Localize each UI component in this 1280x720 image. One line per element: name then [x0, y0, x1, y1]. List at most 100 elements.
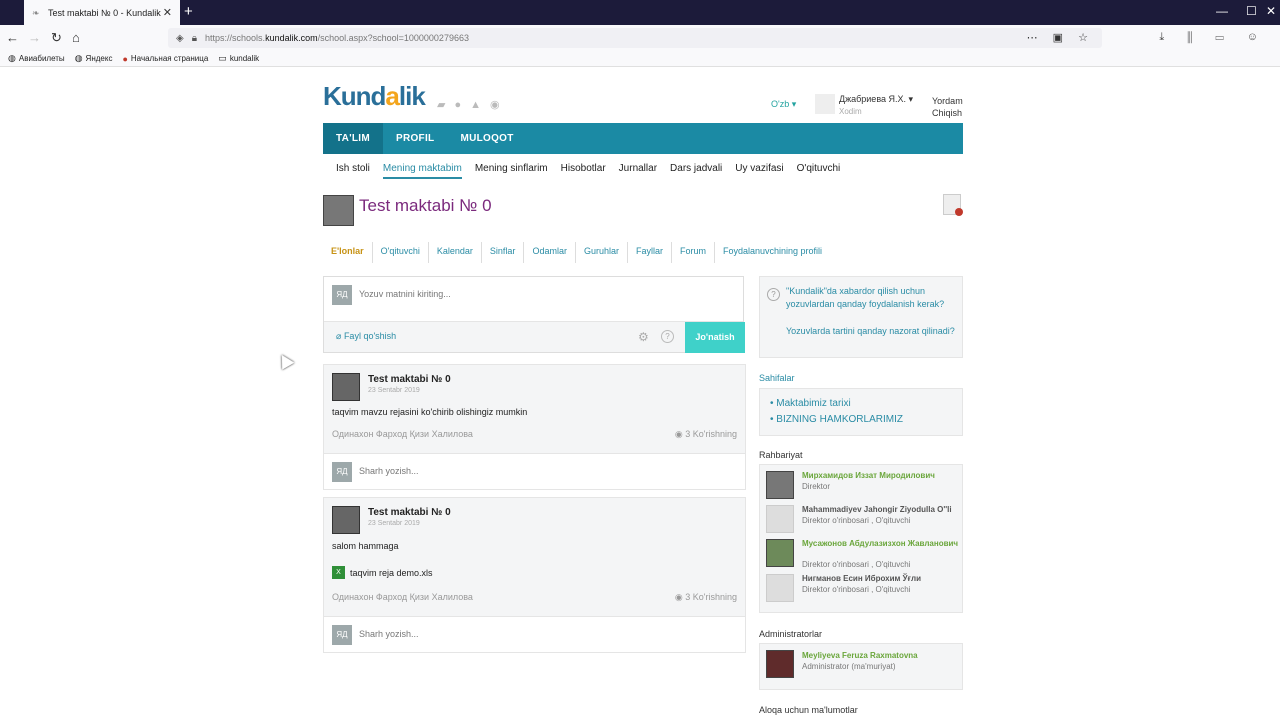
- close-tab-icon[interactable]: ✕: [163, 6, 172, 19]
- url-domain: kundalik.com: [265, 33, 318, 43]
- leader-item: Мусажонов Абдулазизхон Жавланович Direkt…: [766, 539, 962, 571]
- leader-photo: [766, 471, 794, 499]
- file-attachment[interactable]: Xtaqvim reja demo.xls: [332, 566, 433, 579]
- browser-navbar: ← → ↻ ⌂ ◈ 🔒︎ https://schools. kundalik.co…: [0, 25, 1280, 51]
- tab-odamlar[interactable]: Odamlar: [524, 242, 576, 263]
- minimize-icon[interactable]: —: [1216, 5, 1228, 17]
- comment-box: ЯД Sharh yozish...: [324, 453, 745, 489]
- tab-kalendar[interactable]: Kalendar: [429, 242, 482, 263]
- person-alert-icon[interactable]: [943, 194, 963, 216]
- send-button[interactable]: Jo'natish: [685, 322, 745, 353]
- leader-role: Direktor o'rinbosari , O'qituvchi: [802, 585, 911, 594]
- messages-icon[interactable]: ▰: [437, 99, 454, 111]
- leadership-header: Rahbariyat: [759, 450, 803, 460]
- tab-forum[interactable]: Forum: [672, 242, 715, 263]
- tab-title: Test maktabi № 0 - Kundalik: [48, 7, 161, 18]
- post-author-name[interactable]: Test maktabi № 0: [368, 507, 451, 518]
- help-icon[interactable]: ?: [661, 330, 674, 343]
- tab-sinflar[interactable]: Sinflar: [482, 242, 525, 263]
- nav-talim[interactable]: TA'LIM: [323, 123, 383, 154]
- globe-icon: ◍: [8, 53, 16, 63]
- help-box: ? "Kundalik"da xabardor qilish uchun yoz…: [759, 276, 963, 358]
- gear-icon[interactable]: ⚙: [638, 330, 649, 344]
- page-link[interactable]: • BIZNING HAMKORLARIMIZ: [770, 414, 903, 425]
- admin-role: Administrator (ma'muriyat): [802, 662, 896, 671]
- leader-role: Direktor o'rinbosari , O'qituvchi: [802, 560, 911, 569]
- bookmark-item[interactable]: ▭ kundalik: [218, 53, 259, 64]
- leader-name[interactable]: Mahammadiyev Jahongir Ziyodulla O''li: [802, 505, 960, 514]
- forward-icon[interactable]: →: [28, 30, 41, 45]
- eye-icon: ◉: [674, 429, 683, 439]
- school-tabs: E'lonlar O'qituvchi Kalendar Sinflar Oda…: [323, 242, 963, 263]
- bookmark-item[interactable]: ◍ Яндекс: [75, 53, 113, 64]
- admins-header: Administratorlar: [759, 629, 823, 639]
- home-icon[interactable]: ⌂: [72, 30, 80, 45]
- user-role: Xodim: [839, 107, 862, 116]
- leader-name[interactable]: Мусажонов Абдулазизхон Жавланович: [802, 539, 960, 548]
- tab-profile[interactable]: Foydalanuvchining profili: [715, 242, 830, 263]
- browser-tab[interactable]: ❧ Test maktabi № 0 - Kundalik ✕: [24, 0, 180, 25]
- help-link-1[interactable]: "Kundalik"da xabardor qilish uchun yozuv…: [786, 285, 956, 311]
- close-window-icon[interactable]: ✕: [1266, 5, 1276, 17]
- leader-item: Mahammadiyev Jahongir Ziyodulla O''li Di…: [766, 505, 962, 537]
- help-link[interactable]: Yordam: [932, 95, 963, 107]
- subnav-item[interactable]: Jurnallar: [619, 163, 657, 179]
- leader-name[interactable]: Нигманов Есин Иброхим Ўғли: [802, 574, 960, 583]
- post-input[interactable]: Yozuv matnini kiriting...: [359, 289, 451, 299]
- tab-oqituvchi[interactable]: O'qituvchi: [373, 242, 429, 263]
- user-badge: ЯД: [332, 625, 352, 645]
- comment-box: ЯД Sharh yozish...: [324, 616, 745, 652]
- help-link-2[interactable]: Yozuvlarda tartini qanday nazorat qilina…: [786, 325, 956, 338]
- bookmark-item[interactable]: ◍ Авиабилеты: [8, 53, 65, 64]
- tab-guruhlar[interactable]: Guruhlar: [576, 242, 628, 263]
- subnav-item[interactable]: Dars jadvali: [670, 163, 722, 179]
- header-icons[interactable]: ▰●▲◉: [437, 98, 509, 111]
- user-menu[interactable]: Джабриева Я.Х. ▾ Xodim: [815, 94, 917, 118]
- subnav-item[interactable]: Ish stoli: [336, 163, 370, 179]
- kundalik-logo[interactable]: Kundalik: [323, 81, 426, 112]
- pages-header: Sahifalar: [759, 373, 795, 383]
- post-text: taqvim mavzu rejasini ko'chirib olishing…: [332, 407, 528, 417]
- bookmark-item[interactable]: ● Начальная страница: [122, 54, 208, 64]
- attach-file-button[interactable]: ⌀ Fayl qo'shish: [336, 331, 396, 342]
- nav-profil[interactable]: PROFIL: [383, 123, 447, 154]
- bell-icon[interactable]: ▲: [470, 99, 490, 111]
- admin-name[interactable]: Meyliyeva Feruza Raxmatovna: [802, 651, 918, 660]
- post-author-name[interactable]: Test maktabi № 0: [368, 374, 451, 385]
- toolbar-icons[interactable]: ⤓ ⫼ ▭ ☺: [1159, 31, 1268, 44]
- maximize-icon[interactable]: ☐: [1246, 5, 1257, 17]
- comment-input[interactable]: Sharh yozish...: [359, 629, 419, 639]
- leader-role: Direktor: [802, 482, 831, 491]
- subnav-item-active[interactable]: Mening maktabim: [382, 163, 462, 179]
- subnav-item[interactable]: Uy vazifasi: [735, 163, 783, 179]
- nav-muloqot[interactable]: MULOQOT: [447, 123, 526, 154]
- subnav-item[interactable]: Hisobotlar: [561, 163, 606, 179]
- page-actions-icon[interactable]: ⋯ ▣ ☆: [1027, 31, 1094, 44]
- subnav-item[interactable]: O'qituvchi: [797, 163, 841, 179]
- post-composer: ЯД Yozuv matnini kiriting... ⌀ Fayl qo's…: [323, 276, 745, 353]
- tab-elonlar[interactable]: E'lonlar: [323, 242, 373, 263]
- reload-icon[interactable]: ↻: [51, 30, 62, 45]
- user-icon[interactable]: ●: [454, 99, 470, 111]
- main-nav: TA'LIM PROFIL MULOQOT: [323, 123, 963, 154]
- address-bar[interactable]: ◈ 🔒︎ https://schools. kundalik.com/school…: [168, 28, 1102, 48]
- language-selector[interactable]: O'zb ▾: [771, 99, 796, 110]
- post-card: Test maktabi № 0 23 Sentabr 2019 taqvim …: [323, 364, 746, 490]
- post-author: Одинахон Фарход Қизи Халилова: [332, 429, 473, 439]
- browser-icon: ●: [122, 53, 128, 64]
- sub-nav: Ish stoli Mening maktabim Mening sinflar…: [336, 163, 853, 179]
- back-icon[interactable]: ←: [6, 30, 19, 45]
- logout-link[interactable]: Chiqish: [932, 107, 963, 119]
- comment-input[interactable]: Sharh yozish...: [359, 466, 419, 476]
- leader-name[interactable]: Мирхамидов Иззат Миродилович: [802, 471, 960, 480]
- page-link[interactable]: • Maktabimiz tarixi: [770, 398, 851, 409]
- page-title: Test maktabi № 0: [359, 196, 492, 215]
- new-tab-button[interactable]: +: [184, 4, 193, 19]
- post-author: Одинахон Фарход Қизи Халилова: [332, 592, 473, 602]
- favicon-icon: ❧: [32, 7, 40, 18]
- subnav-item[interactable]: Mening sinflarim: [475, 163, 548, 179]
- user-badge: ЯД: [332, 462, 352, 482]
- post-date: 23 Sentabr 2019: [368, 520, 420, 527]
- tab-fayllar[interactable]: Fayllar: [628, 242, 672, 263]
- refresh-icon[interactable]: ◉: [490, 99, 509, 111]
